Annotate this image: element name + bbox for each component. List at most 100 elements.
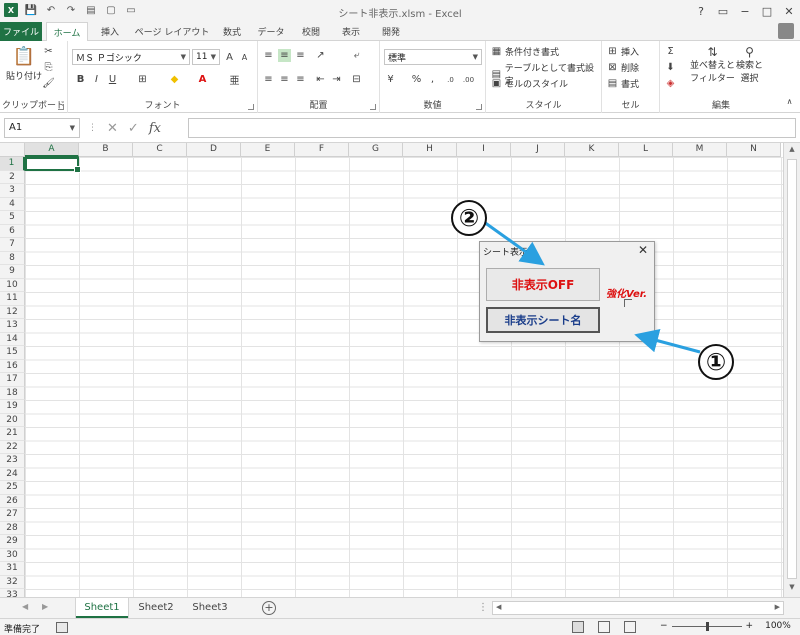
delete-cells-button[interactable]: ⊠ 削除 [606,61,639,74]
phonetic-icon[interactable]: 亜 [228,73,241,87]
shrink-font-button[interactable]: A [238,51,251,64]
row-header-15[interactable]: 15 [0,346,25,360]
row-header-31[interactable]: 31 [0,562,25,576]
tab-formulas[interactable]: 数式 [214,22,250,41]
underline-button[interactable]: U [106,73,119,86]
currency-icon[interactable]: ¥ [384,73,397,86]
insert-function-button[interactable]: fx [149,121,161,136]
scroll-left-icon[interactable]: ◀ [496,603,501,611]
formula-input[interactable] [188,118,796,138]
column-header-a[interactable]: A [25,143,79,157]
sheet-tab-3[interactable]: Sheet3 [184,598,236,618]
page-break-view-icon[interactable] [624,621,636,633]
row-header-19[interactable]: 19 [0,400,25,414]
merge-center-icon[interactable]: ⊟ [350,73,363,86]
column-header-m[interactable]: M [673,143,727,157]
font-size-select[interactable]: 11 ▼ [192,49,220,65]
row-header-20[interactable]: 20 [0,413,25,427]
tab-insert[interactable]: 挿入 [90,22,130,41]
decrease-indent-icon[interactable]: ⇤ [314,73,327,86]
column-header-i[interactable]: I [457,143,511,157]
minimize-icon[interactable]: − [734,0,756,22]
column-header-l[interactable]: L [619,143,673,157]
row-header-9[interactable]: 9 [0,265,25,279]
zoom-out-icon[interactable]: − [660,621,668,631]
alignment-launcher-icon[interactable] [370,104,376,110]
align-left-icon[interactable]: ≡ [262,73,275,86]
cell-styles-button[interactable]: ▣ セルのスタイル [490,77,568,90]
bold-button[interactable]: B [74,73,87,86]
scroll-right-icon[interactable]: ▶ [775,603,780,611]
splitter-icon[interactable]: ⋮ [478,602,488,613]
prev-sheet-icon[interactable]: ◀ [22,602,28,611]
borders-icon[interactable]: ⊞ [136,73,149,86]
column-header-c[interactable]: C [133,143,187,157]
row-header-10[interactable]: 10 [0,278,25,292]
zoom-in-icon[interactable]: + [746,621,754,631]
comma-icon[interactable]: , [426,73,439,86]
row-header-32[interactable]: 32 [0,575,25,589]
row-header-11[interactable]: 11 [0,292,25,306]
enter-icon[interactable]: ✓ [128,121,139,136]
page-layout-view-icon[interactable] [598,621,610,633]
enhanced-version-checkbox[interactable] [624,299,632,307]
zoom-slider[interactable] [671,621,742,631]
collapse-ribbon-icon[interactable]: ∧ [783,95,796,108]
cut-icon[interactable]: ✂ [42,45,55,58]
align-center-icon[interactable]: ≡ [278,73,291,86]
column-header-h[interactable]: H [403,143,457,157]
column-header-k[interactable]: K [565,143,619,157]
row-header-13[interactable]: 13 [0,319,25,333]
row-header-23[interactable]: 23 [0,454,25,468]
normal-view-icon[interactable] [572,621,584,633]
column-header-e[interactable]: E [241,143,295,157]
row-header-8[interactable]: 8 [0,251,25,265]
row-header-14[interactable]: 14 [0,332,25,346]
grow-font-button[interactable]: A [223,51,236,64]
align-middle-icon[interactable]: ≡ [278,49,291,62]
row-header-26[interactable]: 26 [0,494,25,508]
row-header-28[interactable]: 28 [0,521,25,535]
tab-review[interactable]: 校閲 [292,22,330,41]
hide-toggle-button[interactable]: 非表示OFF [486,268,600,301]
font-name-select[interactable]: ＭＳ Ｐゴシック ▼ [72,49,190,65]
scroll-down-icon[interactable]: ▼ [786,583,798,595]
sort-filter-button[interactable]: ⇅ 並べ替えと フィルター [690,45,735,85]
insert-cells-button[interactable]: ⊞ 挿入 [606,45,639,58]
fill-color-icon[interactable]: ◆ [168,73,181,86]
column-header-f[interactable]: F [295,143,349,157]
find-select-button[interactable]: ⚲ 検索と 選択 [736,45,763,85]
select-all-corner[interactable] [0,143,25,157]
column-header-n[interactable]: N [727,143,781,157]
tab-data[interactable]: データ [252,22,290,41]
row-header-6[interactable]: 6 [0,224,25,238]
macro-record-icon[interactable] [56,622,68,633]
hidden-sheet-names-button[interactable]: 非表示シート名 [486,307,600,333]
autosum-icon[interactable]: Σ [664,45,677,58]
add-sheet-button[interactable]: + [262,601,276,615]
help-icon[interactable]: ? [690,0,712,22]
row-header-21[interactable]: 21 [0,427,25,441]
clear-icon[interactable]: ◈ [664,77,677,90]
row-header-22[interactable]: 22 [0,440,25,454]
copy-icon[interactable]: ⎘ [42,61,55,74]
tab-page-layout[interactable]: ページ レイアウト [132,22,212,41]
tab-developer[interactable]: 開発 [372,22,410,41]
sheet-tab-2[interactable]: Sheet2 [130,598,182,618]
clipboard-launcher-icon[interactable] [58,104,64,110]
account-avatar[interactable] [778,23,794,39]
ribbon-display-icon[interactable]: ▭ [712,0,734,22]
row-header-3[interactable]: 3 [0,184,25,198]
tab-home[interactable]: ホーム [46,22,88,42]
more-icon[interactable]: ⋮ [88,123,97,133]
row-header-17[interactable]: 17 [0,373,25,387]
tab-view[interactable]: 表示 [332,22,370,41]
increase-decimal-icon[interactable]: .0 [444,73,457,86]
close-icon[interactable]: ✕ [778,0,800,22]
paste-button[interactable]: 📋 貼り付け [6,45,42,83]
row-header-16[interactable]: 16 [0,359,25,373]
horizontal-scrollbar[interactable]: ◀ ▶ [492,601,784,615]
dialog-close-button[interactable]: ✕ [638,243,648,257]
fill-icon[interactable]: ⬇ [664,61,677,74]
format-cells-button[interactable]: ▤ 書式 [606,77,639,90]
